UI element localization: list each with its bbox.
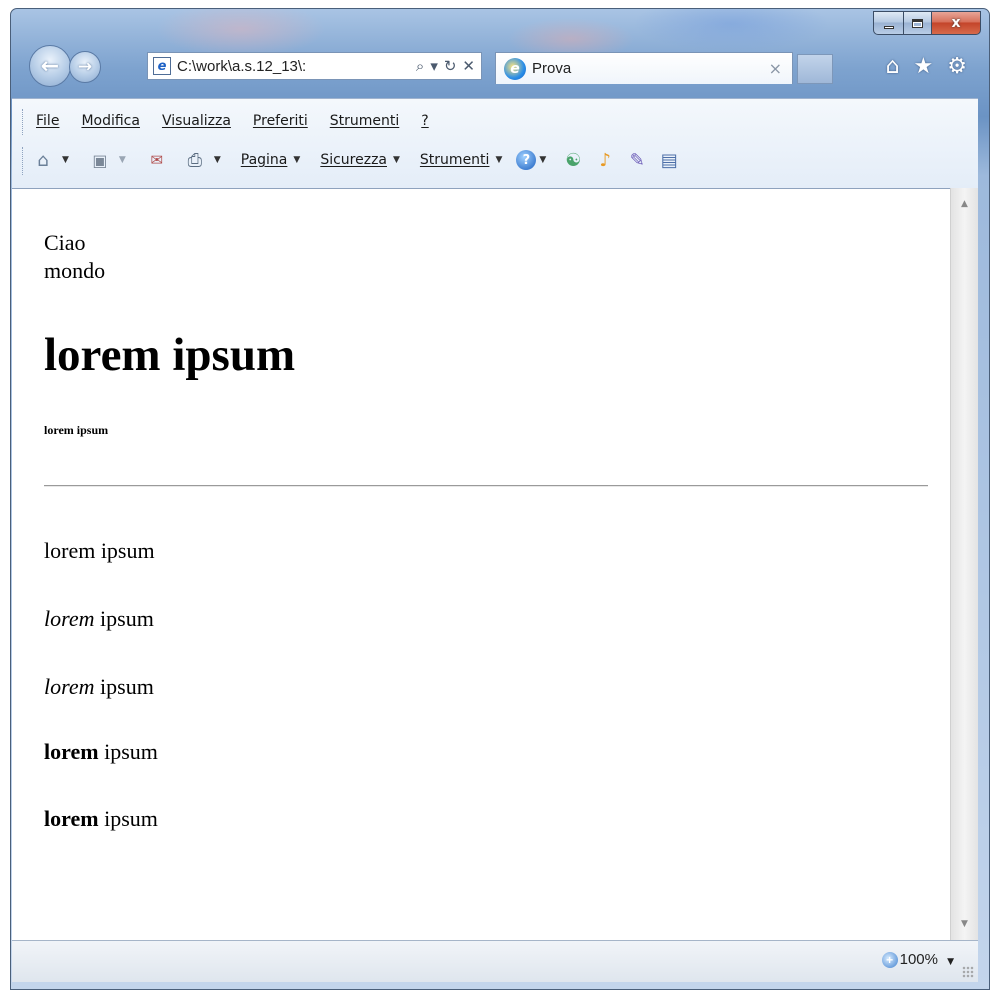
menu-grip[interactable] <box>22 109 25 135</box>
navigation-bar: ← → e C:\work\a.s.12_13\: ⌕ ▾ ↻ ✕ e Prov… <box>25 43 975 87</box>
safety-menu-button[interactable]: Sicurezza ▼ <box>320 152 414 168</box>
scroll-up-icon[interactable]: ▲ <box>951 194 978 214</box>
help-button[interactable]: ? ▼ <box>516 150 556 170</box>
print-button[interactable]: ⎙ ▼ <box>174 149 235 171</box>
mail-icon: ✉ <box>150 151 164 169</box>
menu-help[interactable]: ? <box>421 113 428 129</box>
page-content: Ciao mondo lorem ipsum lorem ipsum lorem… <box>12 188 950 940</box>
paragraph-rest: ipsum <box>98 739 158 764</box>
rss-feed-icon: ▣ <box>92 150 108 170</box>
help-icon: ? <box>516 150 537 170</box>
zoom-level: 100% <box>899 951 938 968</box>
ie-logo-icon: e <box>504 57 526 80</box>
search-icon[interactable]: ⌕ <box>416 57 424 75</box>
chevron-down-icon[interactable]: ▾ <box>430 57 438 75</box>
minimize-icon <box>883 25 894 29</box>
scroll-down-icon[interactable]: ▼ <box>951 914 978 934</box>
chevron-down-icon: ▼ <box>213 155 221 165</box>
greeting-line-2: mondo <box>44 258 106 283</box>
messenger-icon[interactable]: ☯ <box>562 149 584 171</box>
menu-modifica[interactable]: Modifica <box>81 113 140 129</box>
ie-page-icon: e <box>153 57 171 75</box>
heading-1: lorem ipsum <box>44 329 296 381</box>
address-text[interactable]: C:\work\a.s.12_13\: <box>177 58 345 75</box>
address-bar[interactable]: e C:\work\a.s.12_13\: ⌕ ▾ ↻ ✕ <box>147 52 482 80</box>
menu-preferiti[interactable]: Preferiti <box>253 113 308 129</box>
back-button[interactable]: ← <box>29 45 71 87</box>
stop-icon[interactable]: ✕ <box>462 57 475 75</box>
paragraph-bold-1: lorem ipsum <box>44 738 158 766</box>
close-icon: x <box>951 15 961 31</box>
paragraph-plain: lorem ipsum <box>44 537 155 565</box>
zoom-control[interactable]: + 100% <box>881 951 938 968</box>
menu-and-command-bars: File Modifica Visualizza Preferiti Strum… <box>12 98 978 188</box>
menu-bar: File Modifica Visualizza Preferiti Strum… <box>36 113 451 129</box>
chevron-down-icon: ▼ <box>495 155 503 165</box>
minimize-button[interactable] <box>873 11 903 35</box>
research-icon[interactable]: ♪ <box>594 149 616 171</box>
chevron-down-icon: ▼ <box>393 155 400 165</box>
maximize-button[interactable] <box>903 11 931 35</box>
paragraph-strong: lorem <box>44 806 99 831</box>
paragraph-rest: lorem ipsum <box>44 538 155 563</box>
tools-menu-button[interactable]: Strumenti ▼ <box>420 152 510 168</box>
paragraph-rest: ipsum <box>98 806 158 831</box>
paragraph-strong: lorem <box>44 739 99 764</box>
tab-title: Prova <box>532 60 572 77</box>
page-menu-label: Pagina <box>240 152 288 168</box>
feeds-button[interactable]: ▣ ▼ <box>89 149 140 171</box>
paragraph-rest: ipsum <box>94 606 154 631</box>
command-grip[interactable] <box>22 147 25 175</box>
paragraph-rest: ipsum <box>94 674 154 699</box>
home-page-icon: ⌂ <box>37 149 49 171</box>
chevron-down-icon: ▼ <box>118 155 126 165</box>
forward-button[interactable]: → <box>69 51 101 83</box>
new-tab-button[interactable] <box>797 54 833 84</box>
status-bar: + 100% ▼ <box>12 940 978 982</box>
star-icon[interactable]: ★ <box>914 55 934 79</box>
chevron-down-icon: ▼ <box>539 155 547 165</box>
paragraph-italic-1: lorem ipsum <box>44 605 154 633</box>
greeting-text: Ciao mondo <box>44 229 105 285</box>
home-icon[interactable]: ⌂ <box>886 55 900 79</box>
chevron-down-icon: ▼ <box>62 155 69 165</box>
address-tools: ⌕ ▾ ↻ ✕ <box>416 57 481 75</box>
window-caption-buttons: x <box>873 11 981 35</box>
mail-button[interactable]: ✉ <box>146 149 168 171</box>
close-tab-icon[interactable]: × <box>769 59 782 78</box>
greeting-line-1: Ciao <box>44 230 86 255</box>
maximize-icon <box>912 18 923 28</box>
menu-file[interactable]: File <box>36 113 59 129</box>
vertical-scrollbar[interactable]: ▲ ▼ <box>950 188 978 940</box>
chevron-down-icon: ▼ <box>293 155 301 165</box>
paragraph-italic-2: lorem ipsum <box>44 673 154 701</box>
browser-toolbar-icons: ⌂ ★ ⚙ <box>886 55 967 79</box>
paragraph-emphasis: lorem <box>44 674 95 699</box>
tab-prova[interactable]: e Prova × <box>495 52 793 84</box>
paragraph-emphasis: lorem <box>44 606 95 631</box>
home-button[interactable]: ⌂ ▼ <box>32 149 83 171</box>
menu-visualizza[interactable]: Visualizza <box>162 113 231 129</box>
tools-menu-label: Strumenti <box>419 152 490 168</box>
heading-6: lorem ipsum <box>44 423 109 437</box>
onenote-icon[interactable]: ▤ <box>658 149 680 171</box>
gear-icon[interactable]: ⚙ <box>947 55 967 79</box>
close-window-button[interactable]: x <box>931 11 981 35</box>
safety-menu-label: Sicurezza <box>320 152 387 168</box>
arrow-right-icon: → <box>77 57 93 77</box>
menu-strumenti[interactable]: Strumenti <box>330 113 400 129</box>
page-menu-button[interactable]: Pagina ▼ <box>241 152 315 168</box>
horizontal-rule <box>44 485 928 487</box>
zoom-icon: + <box>881 951 898 968</box>
chevron-down-icon[interactable]: ▼ <box>947 957 954 967</box>
command-bar: ⌂ ▼ ▣ ▼ ✉ ⎙ ▼ Pagina ▼ Sicurezza ▼ Strum… <box>32 149 680 171</box>
paragraph-bold-2: lorem ipsum <box>44 805 158 833</box>
printer-icon: ⎙ <box>187 149 203 171</box>
refresh-icon[interactable]: ↻ <box>444 57 457 75</box>
arrow-left-icon: ← <box>40 53 60 79</box>
blog-icon[interactable]: ✎ <box>626 149 648 171</box>
resize-grip[interactable] <box>962 966 974 978</box>
